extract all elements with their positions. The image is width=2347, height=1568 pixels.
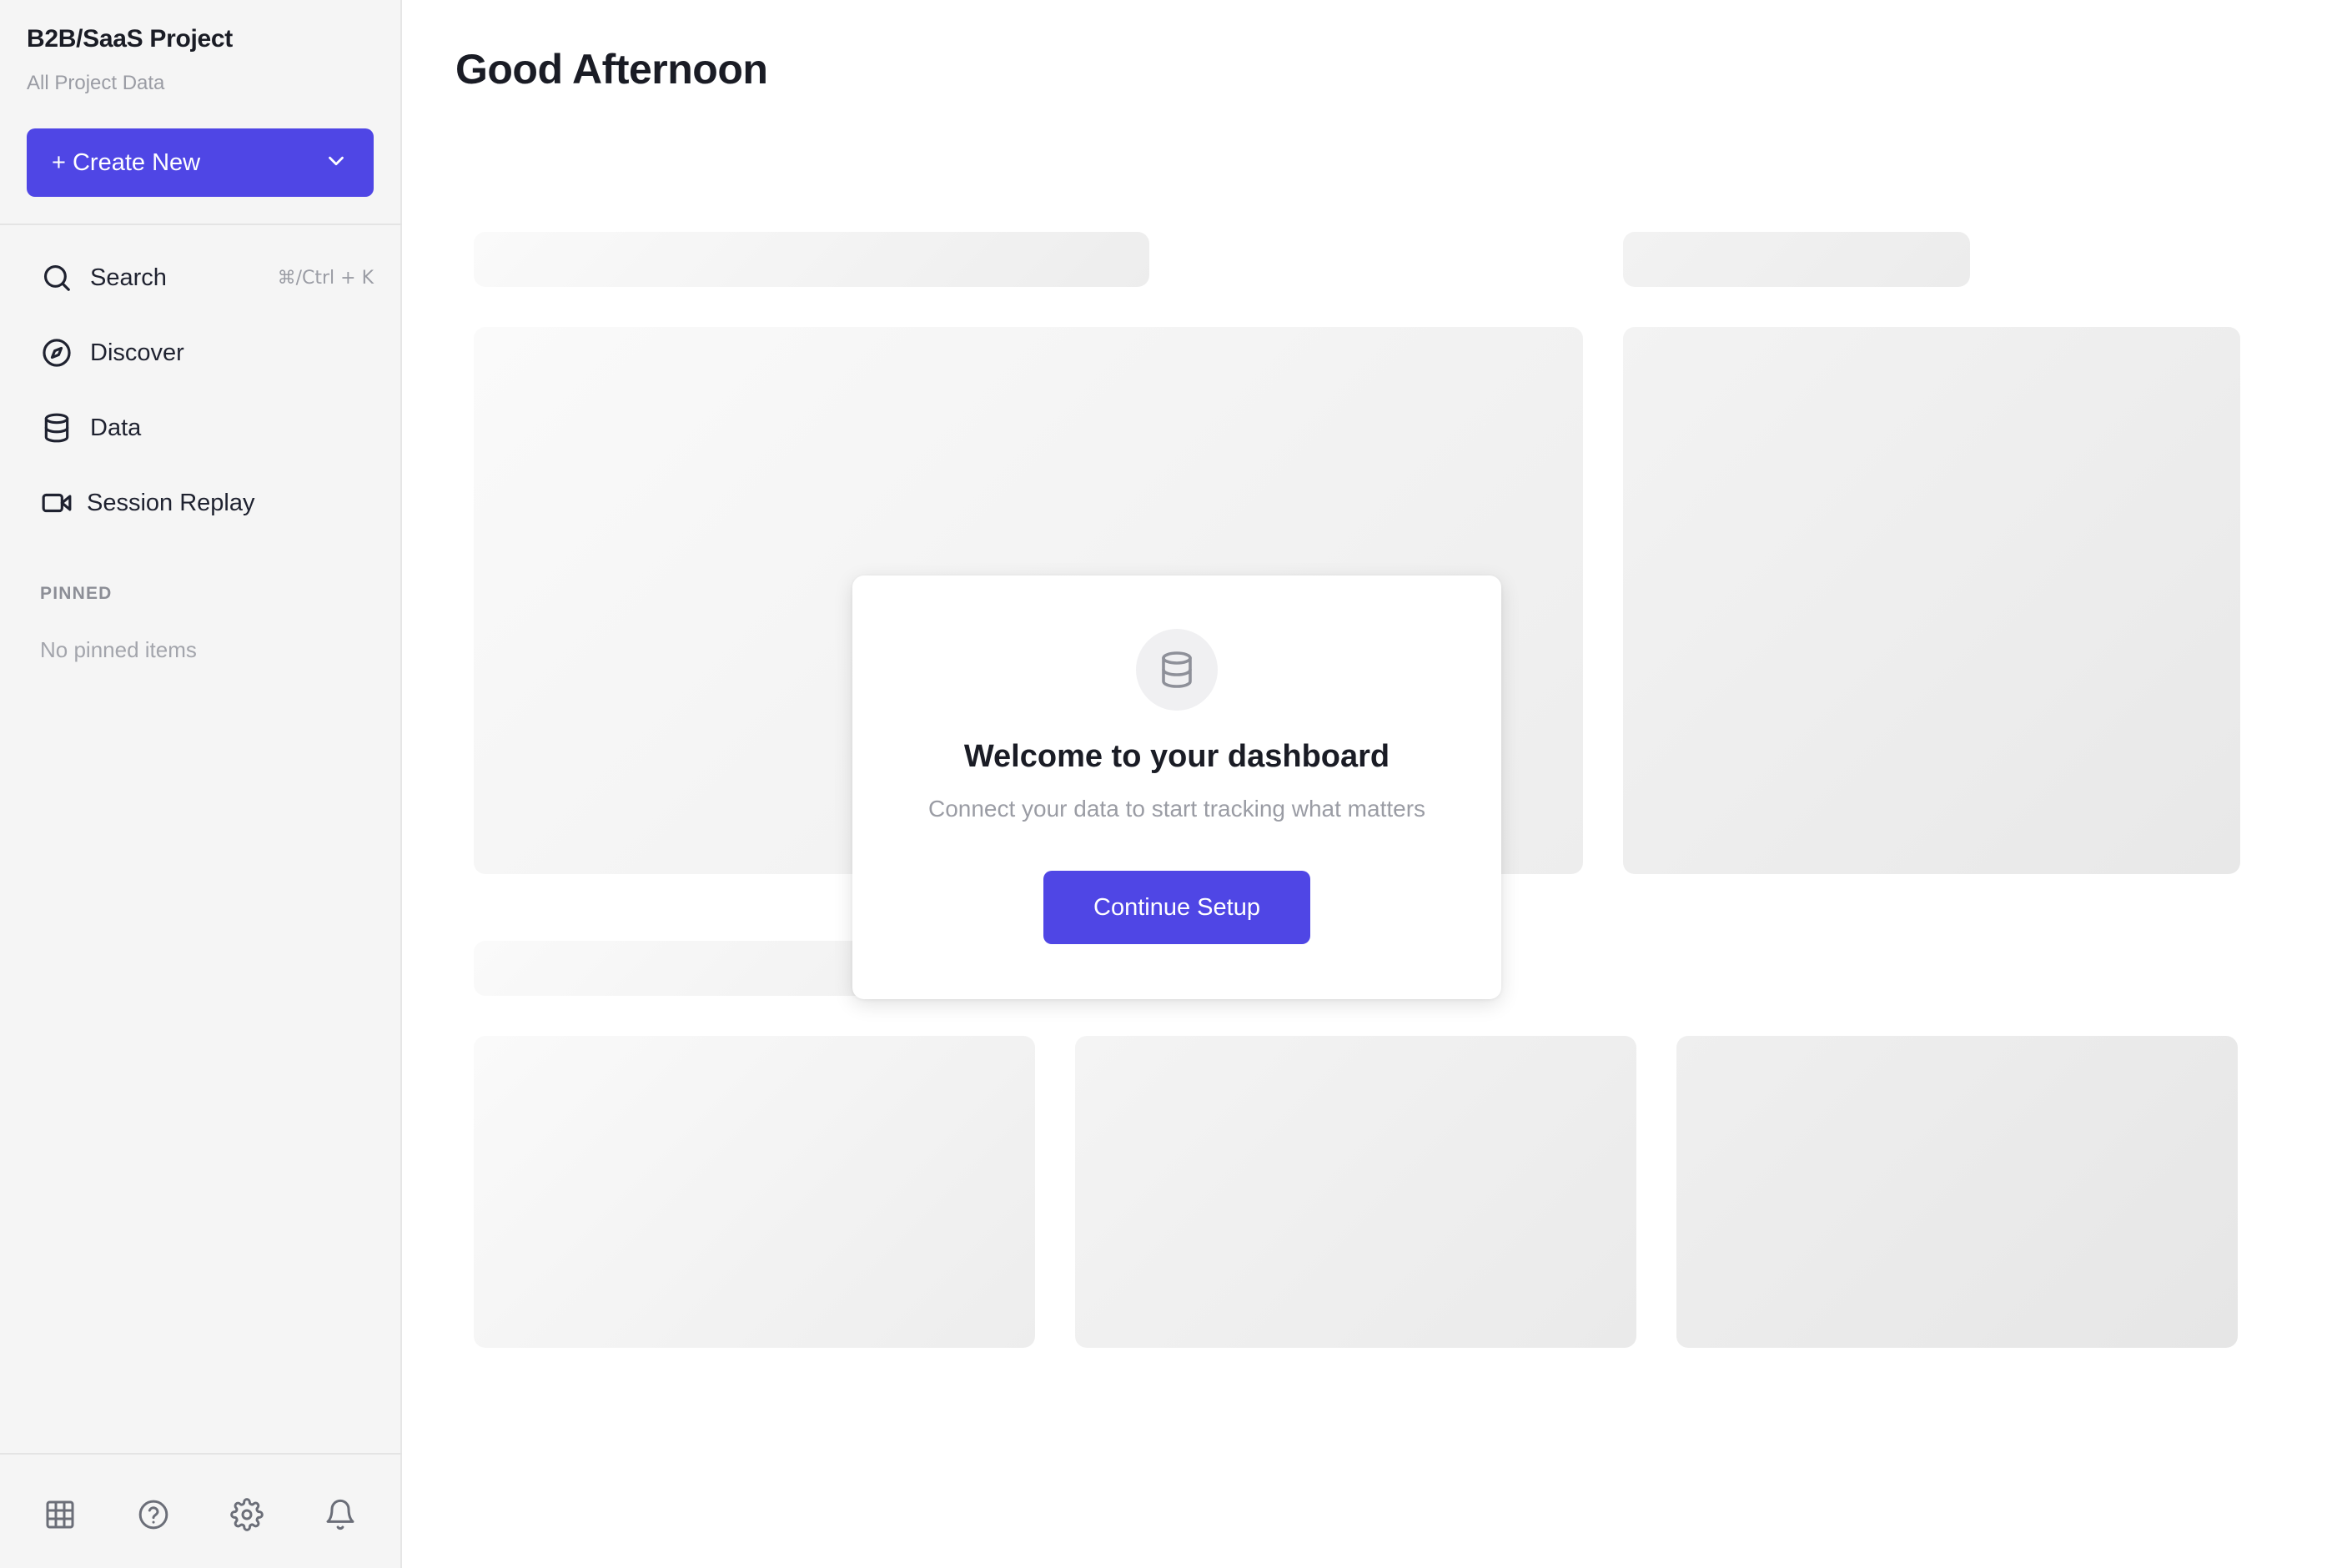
pinned-heading: PINNED [40,584,113,603]
sidebar-item-session-replay[interactable]: Session Replay [40,478,374,528]
sidebar-item-label: Data [90,414,142,441]
help-icon[interactable] [133,1495,173,1535]
modal-title: Welcome to your dashboard [963,739,1390,774]
skeleton-heading-left [474,232,1149,287]
skeleton-card-bottom-1 [474,1036,1035,1348]
compass-icon [40,336,73,369]
database-icon [40,411,73,445]
project-title[interactable]: B2B/SaaS Project [27,25,233,53]
bell-icon[interactable] [320,1495,360,1535]
search-shortcut-hint: ⌘/Ctrl + K [277,267,374,289]
sidebar-item-discover[interactable]: Discover [40,328,374,378]
skeleton-card-right [1623,327,2240,874]
sidebar-item-data[interactable]: Data [40,403,374,453]
continue-setup-button[interactable]: Continue Setup [1043,871,1310,944]
skeleton-card-bottom-2 [1075,1036,1636,1348]
create-new-button[interactable]: + Create New [27,128,374,197]
modal-subtitle: Connect your data to start tracking what… [927,796,1426,822]
create-new-label: + Create New [52,148,201,176]
skeleton-card-bottom-3 [1676,1036,2238,1348]
sidebar: B2B/SaaS Project All Project Data + Crea… [0,0,402,1568]
sidebar-divider [0,224,402,225]
grid-icon[interactable] [40,1495,80,1535]
settings-icon[interactable] [227,1495,267,1535]
sidebar-item-label: Search [90,264,167,291]
welcome-modal: Welcome to your dashboard Connect your d… [852,575,1501,999]
sidebar-item-search[interactable]: Search ⌘/Ctrl + K [40,253,374,303]
chevron-down-icon [324,148,349,178]
search-icon [40,261,73,294]
sidebar-bottom-divider [0,1453,402,1455]
project-subtitle: All Project Data [27,72,165,94]
pinned-empty-text: No pinned items [40,637,197,662]
sidebar-item-label: Session Replay [87,489,255,516]
video-icon [40,486,73,520]
sidebar-item-label: Discover [90,339,184,366]
skeleton-heading-right [1623,232,1970,287]
database-icon [1136,629,1218,711]
page-title: Good Afternoon [455,46,768,93]
